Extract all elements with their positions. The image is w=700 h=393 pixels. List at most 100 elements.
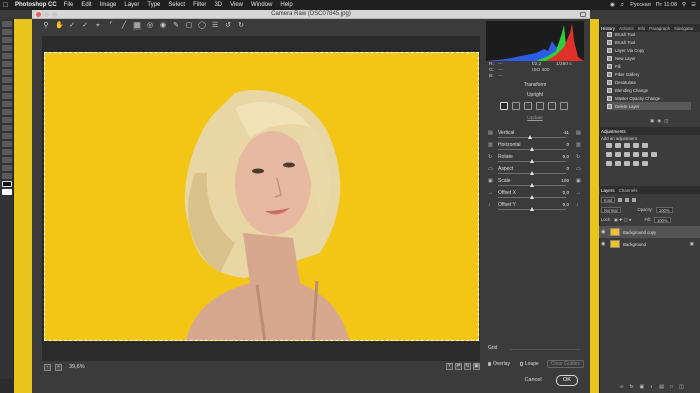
zoom-tool-icon[interactable]: ⚲ — [42, 22, 50, 30]
slider-value-field[interactable]: 0,0 — [557, 190, 569, 195]
slider-vertical[interactable]: ▤ Vertical -11 ▤ — [486, 130, 584, 142]
lasso-tool-icon[interactable] — [2, 37, 12, 43]
menu-view[interactable]: View — [230, 2, 243, 8]
levels-icon[interactable] — [615, 143, 621, 148]
layer-background-copy[interactable]: ◉ Background copy — [599, 226, 700, 238]
snapshot-icon[interactable]: ▣ — [650, 118, 654, 124]
color-balance-icon[interactable] — [615, 152, 621, 157]
slider-scale[interactable]: ▣ Scale 100 ▣ — [486, 178, 584, 190]
slider-offset-x[interactable]: ↔ Offset X 0,0 ↔ — [486, 190, 584, 202]
quick-select-tool-icon[interactable] — [2, 45, 12, 51]
ok-button[interactable]: OK — [556, 375, 578, 386]
crop-tool-icon[interactable] — [2, 53, 12, 59]
tab-adjustments[interactable]: Adjustments — [601, 129, 626, 134]
upright-auto-button[interactable] — [512, 102, 520, 110]
straighten-tool-icon[interactable]: ╱ — [120, 22, 128, 30]
layer-name[interactable]: Background — [623, 242, 646, 247]
cancel-button[interactable]: Cancel — [520, 375, 546, 386]
fx-icon[interactable]: fx — [630, 384, 634, 390]
hand-tool-icon[interactable]: ✋ — [55, 22, 64, 30]
radial-filter-icon[interactable]: ◯ — [198, 22, 206, 30]
brightness-icon[interactable] — [606, 143, 612, 148]
vibrance-icon[interactable] — [642, 143, 648, 148]
group-icon[interactable]: ▤ — [659, 384, 664, 390]
keyboard-language[interactable]: Русская — [630, 2, 650, 8]
list-item[interactable]: Filter Gallery — [607, 70, 691, 78]
menu-list-icon[interactable]: ☰ — [691, 2, 696, 8]
foreground-color-swatch[interactable] — [2, 181, 12, 187]
menu-3d[interactable]: 3D — [214, 2, 222, 8]
slider-knob[interactable] — [527, 135, 532, 139]
slider-offset-y[interactable]: ↕ Offset Y 0,0 ↕ — [486, 202, 584, 214]
list-item[interactable]: Fill — [607, 62, 691, 70]
layer-background[interactable]: ◉ Background ▣ — [599, 238, 700, 250]
fullscreen-icon[interactable] — [580, 12, 586, 17]
slider-value-field[interactable]: 0,0 — [557, 202, 569, 207]
type-tool-icon[interactable] — [2, 141, 12, 147]
mask-icon[interactable]: ▣ — [639, 384, 644, 390]
selective-color-icon[interactable] — [642, 161, 648, 166]
list-item[interactable]: Master Opacity Change — [607, 94, 691, 102]
menu-layer[interactable]: Layer — [124, 2, 139, 8]
spot-removal-icon[interactable]: ◎ — [146, 22, 154, 30]
color-sampler-icon[interactable]: ✓ — [81, 22, 89, 30]
rotate-cw-icon[interactable]: ↻ — [237, 22, 245, 30]
apple-icon[interactable]:  — [3, 2, 9, 9]
eye-icon[interactable]: ◉ — [601, 229, 607, 235]
zoom-level[interactable]: 39,6% — [69, 364, 85, 370]
trash-icon[interactable]: ◫ — [664, 118, 668, 124]
eye-icon[interactable]: ◉ — [601, 241, 607, 247]
upright-guided-button[interactable] — [560, 102, 568, 110]
zoom-in-button[interactable]: + — [55, 363, 62, 371]
zoom-tool-icon[interactable] — [2, 173, 12, 179]
list-item[interactable]: Brush Tool — [607, 38, 691, 46]
hand-tool-icon[interactable] — [2, 165, 12, 171]
rotate-ccw-icon[interactable]: ↺ — [224, 22, 232, 30]
posterize-icon[interactable] — [615, 161, 621, 166]
upright-full-button[interactable] — [548, 102, 556, 110]
slider-knob[interactable] — [530, 147, 534, 151]
slider-knob[interactable] — [530, 207, 534, 211]
blur-tool-icon[interactable] — [2, 117, 12, 123]
list-item[interactable]: Layer Via Copy — [607, 46, 691, 54]
fill-field[interactable]: 100% — [653, 216, 671, 223]
list-item[interactable]: Delete Layer — [607, 102, 691, 110]
update-link[interactable]: Update — [486, 116, 584, 121]
white-balance-tool-icon[interactable]: ✓ — [68, 22, 76, 30]
slider-track[interactable] — [498, 137, 566, 138]
stamp-tool-icon[interactable] — [2, 85, 12, 91]
slider-knob[interactable] — [530, 171, 534, 175]
eyedropper-tool-icon[interactable] — [2, 61, 12, 67]
zoom-out-button[interactable]: - — [44, 363, 51, 371]
menu-window[interactable]: Window — [251, 2, 272, 8]
lock-icons[interactable]: ▣ ✚ ▢ ● — [614, 217, 631, 222]
exposure-icon[interactable] — [633, 143, 639, 148]
preview-toggle-button[interactable]: ▣ — [473, 363, 480, 370]
menu-type[interactable]: Type — [147, 2, 160, 8]
clear-guides-button[interactable]: Clear Guides — [546, 360, 584, 368]
path-select-tool-icon[interactable] — [2, 149, 12, 155]
wifi-icon[interactable]: ◉ — [610, 2, 615, 8]
adjustment-layer-icon[interactable]: ◐ — [650, 384, 653, 390]
menu-file[interactable]: File — [64, 2, 74, 8]
swap-settings-button[interactable]: ⇅ — [464, 363, 471, 370]
loupe-checkbox[interactable] — [520, 362, 523, 366]
slider-value-field[interactable]: -11 — [557, 130, 569, 135]
new-layer-icon[interactable]: □ — [670, 384, 673, 390]
menu-image[interactable]: Image — [100, 2, 117, 8]
pen-tool-icon[interactable] — [2, 133, 12, 139]
upright-vertical-button[interactable] — [536, 102, 544, 110]
eraser-tool-icon[interactable] — [2, 101, 12, 107]
slider-knob[interactable] — [530, 195, 534, 199]
threshold-icon[interactable] — [624, 161, 630, 166]
adjustment-filter-icon[interactable] — [625, 197, 630, 202]
clock[interactable]: Пт 11:08 — [656, 2, 677, 8]
trash-icon[interactable]: ◫ — [679, 384, 684, 390]
transform-tool-icon[interactable]: ▦ — [133, 22, 141, 30]
slider-horizontal[interactable]: ▥ Horizontal 0 ▥ — [486, 142, 584, 154]
color-lookup-icon[interactable] — [651, 152, 657, 157]
shape-tool-icon[interactable] — [2, 157, 12, 163]
list-item[interactable]: Desaturate — [607, 78, 691, 86]
grid-slider[interactable] — [510, 349, 580, 350]
brush-tool-icon[interactable] — [2, 77, 12, 83]
